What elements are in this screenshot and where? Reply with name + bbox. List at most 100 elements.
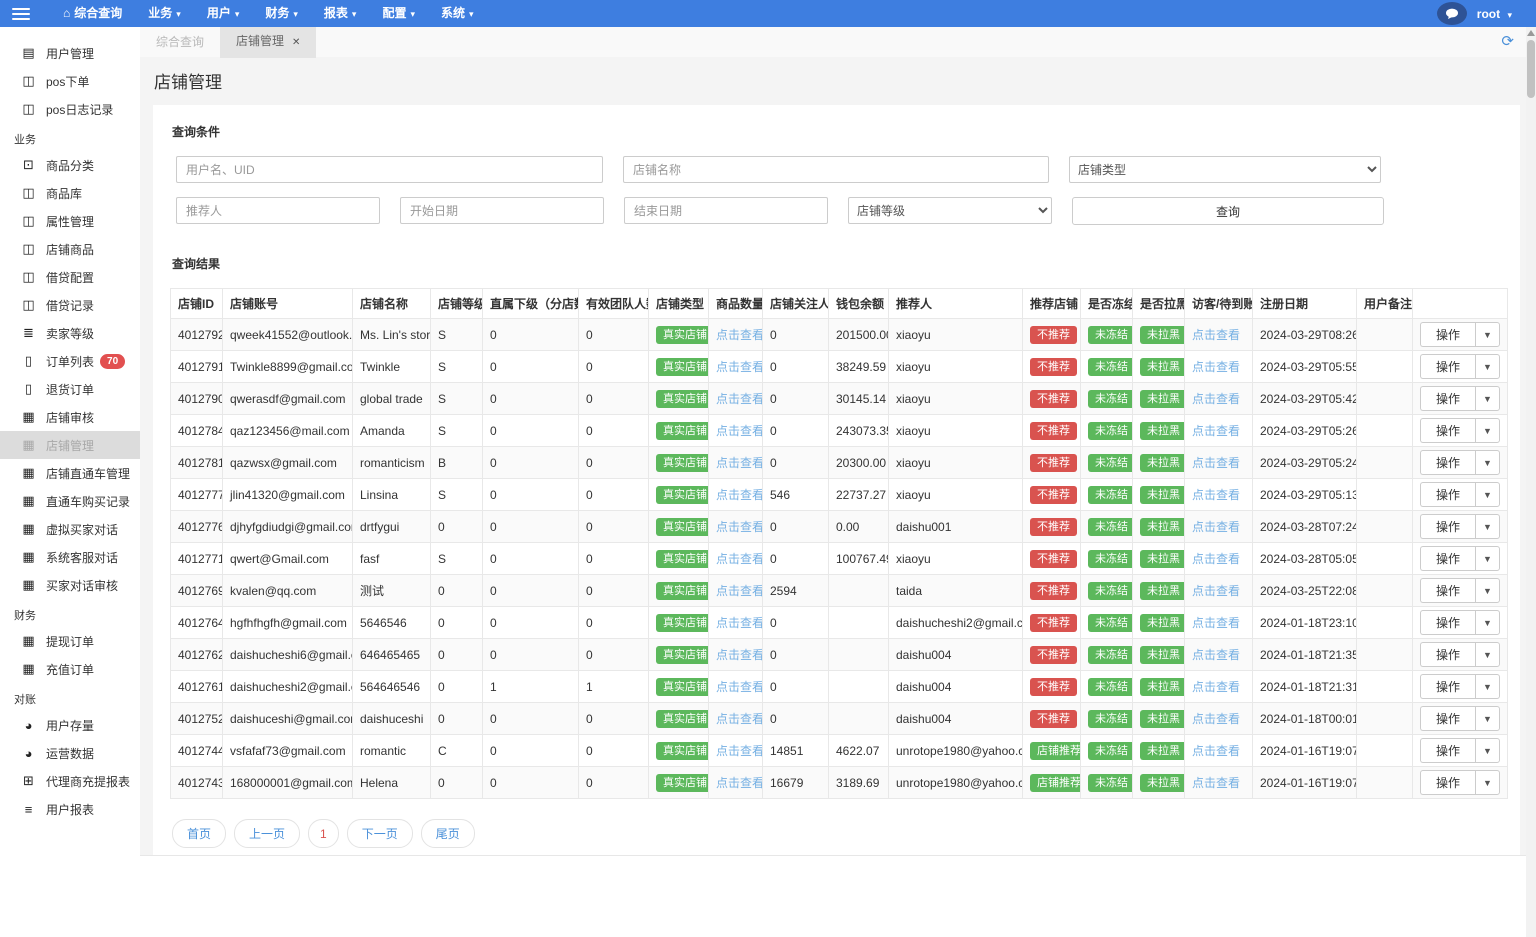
sidebar-item-return-orders[interactable]: ▯ 退货订单 (0, 375, 140, 403)
visitors-link[interactable]: 点击查看 (1192, 616, 1240, 630)
visitors-link[interactable]: 点击查看 (1192, 712, 1240, 726)
action-dropdown-toggle[interactable]: ▼ (1475, 450, 1500, 475)
action-button[interactable]: 操作 (1420, 354, 1476, 379)
sidebar-item-product-category[interactable]: ⊡ 商品分类 (0, 151, 140, 179)
nav-menu-business[interactable]: 业务 ▾ (135, 0, 194, 28)
action-button[interactable]: 操作 (1420, 514, 1476, 539)
action-button[interactable]: 操作 (1420, 578, 1476, 603)
sidebar-item-store-products[interactable]: ◫ 店铺商品 (0, 235, 140, 263)
nav-home[interactable]: ⌂ 综合查询 (50, 0, 135, 27)
nav-menu-report[interactable]: 报表 ▾ (311, 0, 370, 28)
sidebar-item-attribute-management[interactable]: ◫ 属性管理 (0, 207, 140, 235)
visitors-link[interactable]: 点击查看 (1192, 488, 1240, 502)
goods-link[interactable]: 点击查看 (716, 744, 762, 758)
action-dropdown-toggle[interactable]: ▼ (1475, 482, 1500, 507)
action-dropdown-toggle[interactable]: ▼ (1475, 578, 1500, 603)
sidebar-item-user-retention[interactable]: ◕ 用户存量 (0, 711, 140, 739)
sidebar-item-loan-config[interactable]: ◫ 借贷配置 (0, 263, 140, 291)
page-button[interactable]: 上一页 (234, 819, 301, 848)
action-button[interactable]: 操作 (1420, 322, 1476, 347)
goods-link[interactable]: 点击查看 (716, 616, 762, 630)
goods-link[interactable]: 点击查看 (716, 424, 762, 438)
goods-link[interactable]: 点击查看 (716, 520, 762, 534)
sidebar-item-pos-log[interactable]: ◫ pos日志记录 (0, 95, 140, 123)
sidebar-item-order-list[interactable]: ▯ 订单列表 70 (0, 347, 140, 375)
sidebar-item-system-service-chat[interactable]: ▦ 系统客服对话 (0, 543, 140, 571)
visitors-link[interactable]: 点击查看 (1192, 424, 1240, 438)
scroll-up-arrow-icon[interactable] (1527, 30, 1535, 36)
tab-store-management[interactable]: 店铺管理 ✕ (220, 26, 317, 58)
store-level-select[interactable]: 店铺等级 (848, 197, 1052, 224)
goods-link[interactable]: 点击查看 (716, 456, 762, 470)
goods-link[interactable]: 点击查看 (716, 776, 762, 790)
page-button[interactable]: 下一页 (346, 819, 413, 848)
visitors-link[interactable]: 点击查看 (1192, 584, 1240, 598)
visitors-link[interactable]: 点击查看 (1192, 552, 1240, 566)
action-dropdown-toggle[interactable]: ▼ (1475, 610, 1500, 635)
visitors-link[interactable]: 点击查看 (1192, 360, 1240, 374)
goods-link[interactable]: 点击查看 (716, 680, 762, 694)
goods-link[interactable]: 点击查看 (716, 584, 762, 598)
goods-link[interactable]: 点击查看 (716, 488, 762, 502)
vertical-scrollbar[interactable] (1526, 27, 1536, 937)
sidebar-item-pos-order[interactable]: ◫ pos下单 (0, 67, 140, 95)
visitors-link[interactable]: 点击查看 (1192, 648, 1240, 662)
action-button[interactable]: 操作 (1420, 738, 1476, 763)
goods-link[interactable]: 点击查看 (716, 552, 762, 566)
sidebar-item-operation-data[interactable]: ◕ 运营数据 (0, 739, 140, 767)
store-type-select[interactable]: 店铺类型 (1069, 156, 1381, 183)
tab-overview[interactable]: 综合查询 (140, 27, 220, 57)
nav-menu-user[interactable]: 用户 ▾ (194, 0, 253, 28)
action-dropdown-toggle[interactable]: ▼ (1475, 642, 1500, 667)
nav-menu-finance[interactable]: 财务 ▾ (252, 0, 311, 28)
action-dropdown-toggle[interactable]: ▼ (1475, 770, 1500, 795)
sidebar-item-store-express-management[interactable]: ▦ 店铺直通车管理 (0, 459, 140, 487)
page-button[interactable]: 尾页 (420, 819, 475, 848)
goods-link[interactable]: 点击查看 (716, 392, 762, 406)
sidebar-item-buyer-chat-review[interactable]: ▦ 买家对话审核 (0, 571, 140, 599)
sidebar-item-recharge-orders[interactable]: ▦ 充值订单 (0, 655, 140, 683)
nav-menu-system[interactable]: 系统 ▾ (428, 0, 487, 28)
user-menu[interactable]: root ▾ (1477, 7, 1512, 21)
action-button[interactable]: 操作 (1420, 770, 1476, 795)
action-dropdown-toggle[interactable]: ▼ (1475, 674, 1500, 699)
action-dropdown-toggle[interactable]: ▼ (1475, 514, 1500, 539)
action-dropdown-toggle[interactable]: ▼ (1475, 546, 1500, 571)
scrollbar-thumb[interactable] (1527, 40, 1535, 98)
menu-toggle-icon[interactable] (12, 7, 30, 20)
sidebar-item-product-library[interactable]: ◫ 商品库 (0, 179, 140, 207)
visitors-link[interactable]: 点击查看 (1192, 680, 1240, 694)
query-button[interactable]: 查询 (1072, 197, 1384, 225)
username-uid-input[interactable] (176, 156, 603, 183)
action-button[interactable]: 操作 (1420, 418, 1476, 443)
nav-menu-config[interactable]: 配置 ▾ (369, 0, 428, 28)
goods-link[interactable]: 点击查看 (716, 328, 762, 342)
visitors-link[interactable]: 点击查看 (1192, 520, 1240, 534)
action-dropdown-toggle[interactable]: ▼ (1475, 706, 1500, 731)
visitors-link[interactable]: 点击查看 (1192, 456, 1240, 470)
sidebar-item-withdrawal-orders[interactable]: ▦ 提现订单 (0, 627, 140, 655)
start-date-input[interactable] (400, 197, 604, 224)
action-button[interactable]: 操作 (1420, 674, 1476, 699)
action-button[interactable]: 操作 (1420, 450, 1476, 475)
close-icon[interactable]: ✕ (292, 37, 300, 48)
action-button[interactable]: 操作 (1420, 610, 1476, 635)
sidebar-item-virtual-buyer-chat[interactable]: ▦ 虚拟买家对话 (0, 515, 140, 543)
sidebar-item-loan-records[interactable]: ◫ 借贷记录 (0, 291, 140, 319)
action-button[interactable]: 操作 (1420, 386, 1476, 411)
sidebar-item-seller-level[interactable]: ≣ 卖家等级 (0, 319, 140, 347)
sidebar-item-express-purchase-records[interactable]: ▦ 直通车购买记录 (0, 487, 140, 515)
page-current[interactable]: 1 (308, 819, 339, 848)
sidebar-item-user-report[interactable]: ≡ 用户报表 (0, 795, 140, 823)
action-dropdown-toggle[interactable]: ▼ (1475, 354, 1500, 379)
sidebar-item-store-management[interactable]: ▦ 店铺管理 (0, 431, 140, 459)
store-name-input[interactable] (623, 156, 1049, 183)
visitors-link[interactable]: 点击查看 (1192, 328, 1240, 342)
action-dropdown-toggle[interactable]: ▼ (1475, 386, 1500, 411)
action-button[interactable]: 操作 (1420, 482, 1476, 507)
visitors-link[interactable]: 点击查看 (1192, 776, 1240, 790)
refresh-icon[interactable]: ⟳ (1501, 32, 1514, 50)
referrer-input[interactable] (176, 197, 380, 224)
action-button[interactable]: 操作 (1420, 546, 1476, 571)
chat-button[interactable] (1436, 2, 1467, 25)
